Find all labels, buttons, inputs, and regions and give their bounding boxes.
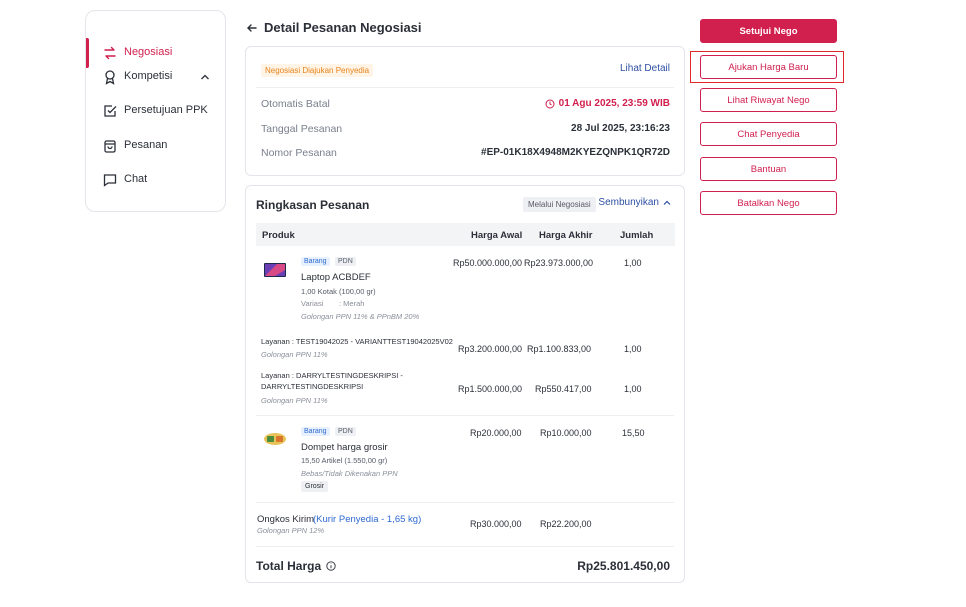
column-header-jumlah: Jumlah	[620, 230, 654, 241]
column-header-harga-akhir: Harga Akhir	[539, 230, 593, 241]
jumlah: 15,50	[622, 428, 645, 438]
order-items-card: Ringkasan Pesanan Melalui Negosiasi Semb…	[245, 185, 685, 583]
total-label-text: Total Harga	[256, 559, 322, 573]
arrow-left-icon[interactable]	[246, 22, 258, 34]
tax-note: Golongan PPN 11%	[261, 396, 328, 405]
sidebar-item-label: Chat	[124, 173, 148, 185]
sidebar-item-label: Negosiasi	[124, 46, 173, 58]
column-header-harga-awal: Harga Awal	[471, 230, 523, 241]
harga-awal: Rp30.000,00	[470, 519, 522, 529]
table-header: Produk Harga Awal Harga Akhir Jumlah	[256, 223, 675, 246]
auto-cancel-value: 01 Agu 2025, 23:59 WIB	[545, 98, 670, 109]
harga-akhir: Rp23.973.000,00	[524, 258, 594, 268]
harga-akhir: Rp10.000,00	[540, 428, 592, 438]
tax-note: Golongan PPN 11% & PPnBM 20%	[301, 312, 420, 321]
category-tag: Barang	[301, 427, 330, 436]
detail-link[interactable]: Lihat Detail	[620, 63, 670, 74]
auto-cancel-text: 01 Agu 2025, 23:59 WIB	[558, 98, 670, 109]
total-label: Total Harga	[256, 559, 336, 573]
jumlah: 1,00	[624, 384, 642, 394]
chat-bubble-icon	[103, 174, 117, 187]
hide-link-text: Sembunyikan	[598, 197, 659, 208]
status-badge: Negosiasi Diajukan Penyedia	[261, 64, 374, 77]
product-qty: 15,50 Artikel (1.550,00 gr)	[301, 456, 388, 465]
sidebar-item-chat[interactable]: Chat	[86, 169, 225, 191]
order-date-label: Tanggal Pesanan	[261, 123, 343, 135]
hide-link[interactable]: Sembunyikan	[598, 197, 672, 208]
sidebar: Negosiasi Kompetisi Persetujuan PPK Pesa…	[85, 10, 226, 212]
order-number-label: Nomor Pesanan	[261, 147, 337, 159]
jumlah: 1,00	[624, 258, 642, 268]
order-number-value: #EP-01K18X4948M2KYEZQNPK1QR72D	[481, 147, 670, 158]
product-name[interactable]: Dompet harga grosir	[301, 442, 388, 453]
sidebar-item-persetujuan-ppk[interactable]: Persetujuan PPK	[86, 100, 225, 122]
sidebar-item-pesanan[interactable]: Pesanan	[86, 135, 225, 157]
sidebar-item-label: Persetujuan PPK	[124, 104, 208, 116]
pdn-tag: PDN	[335, 427, 356, 436]
clock-icon	[545, 99, 555, 108]
shipping-courier: (Kurir Penyedia - 1,65 kg)	[313, 514, 422, 525]
auto-cancel-label: Otomatis Batal	[261, 98, 330, 110]
variant-label: Variasi	[301, 299, 324, 308]
sidebar-item-kompetisi[interactable]: Kompetisi	[86, 66, 225, 88]
harga-awal: Rp1.500.000,00	[458, 384, 523, 394]
tax-note: Bebas/Tidak Dikenakan PPN	[301, 469, 398, 478]
divider	[256, 87, 674, 88]
divider	[256, 546, 674, 547]
page-title: Detail Pesanan Negosiasi	[246, 20, 422, 35]
chat-vendor-button[interactable]: Chat Penyedia	[700, 122, 837, 146]
approve-nego-button[interactable]: Setujui Nego	[700, 19, 837, 43]
swap-arrows-icon	[104, 46, 116, 60]
divider	[256, 415, 674, 416]
harga-awal: Rp50.000.000,00	[453, 258, 523, 268]
grosir-tag: Grosir	[301, 481, 329, 492]
sidebar-item-negosiasi[interactable]: Negosiasi	[86, 38, 225, 68]
checkbox-icon	[104, 105, 117, 117]
wallet-thumbnail	[264, 433, 286, 445]
total-value: Rp25.801.450,00	[577, 559, 670, 573]
page-title-text: Detail Pesanan Negosiasi	[264, 20, 422, 35]
harga-awal: Rp20.000,00	[470, 428, 522, 438]
laptop-thumbnail	[264, 263, 286, 277]
tax-note: Golongan PPN 11%	[261, 350, 328, 359]
harga-awal: Rp3.200.000,00	[458, 344, 523, 354]
service-name: Layanan : TEST19042025 - VARIANTTEST1904…	[261, 337, 453, 346]
variant-value: : Merah	[339, 299, 365, 308]
sidebar-item-label: Kompetisi	[124, 70, 173, 82]
order-date-value: 28 Jul 2025, 23:16:23	[571, 123, 670, 134]
propose-new-price-button[interactable]: Ajukan Harga Baru	[700, 55, 837, 79]
harga-akhir: Rp22.200,00	[540, 519, 592, 529]
tax-note: Golongan PPN 12%	[257, 526, 325, 535]
divider	[256, 502, 674, 503]
award-icon	[105, 70, 115, 85]
harga-akhir: Rp1.100.833,00	[527, 344, 592, 354]
section-title: Ringkasan Pesanan	[256, 198, 370, 212]
column-header-produk: Produk	[262, 230, 295, 241]
order-summary-card: Negosiasi Diajukan Penyedia Lihat Detail…	[245, 46, 685, 176]
via-negotiation-badge: Melalui Negosiasi	[523, 197, 596, 212]
chevron-up-icon	[663, 200, 671, 205]
chevron-up-icon[interactable]	[199, 71, 211, 83]
product-name[interactable]: Laptop ACBDEF	[301, 272, 371, 283]
service-name-line2: DARRYLTESTINGDESKRIPSI	[261, 382, 364, 391]
sidebar-item-label: Pesanan	[124, 139, 168, 151]
info-icon[interactable]	[326, 561, 336, 571]
cancel-nego-button[interactable]: Batalkan Nego	[700, 191, 837, 215]
shipping-label: Ongkos Kirim	[257, 514, 315, 525]
help-button[interactable]: Bantuan	[700, 157, 837, 181]
service-name-line1: Layanan : DARRYLTESTINGDESKRIPSI -	[261, 371, 403, 380]
harga-akhir: Rp550.417,00	[535, 384, 592, 394]
category-tag: Barang	[301, 257, 330, 266]
shopping-bag-icon	[104, 140, 116, 153]
jumlah: 1,00	[624, 344, 642, 354]
pdn-tag: PDN	[335, 257, 356, 266]
view-nego-history-button[interactable]: Lihat Riwayat Nego	[700, 88, 837, 112]
product-qty: 1,00 Kotak (100,00 gr)	[301, 287, 376, 296]
